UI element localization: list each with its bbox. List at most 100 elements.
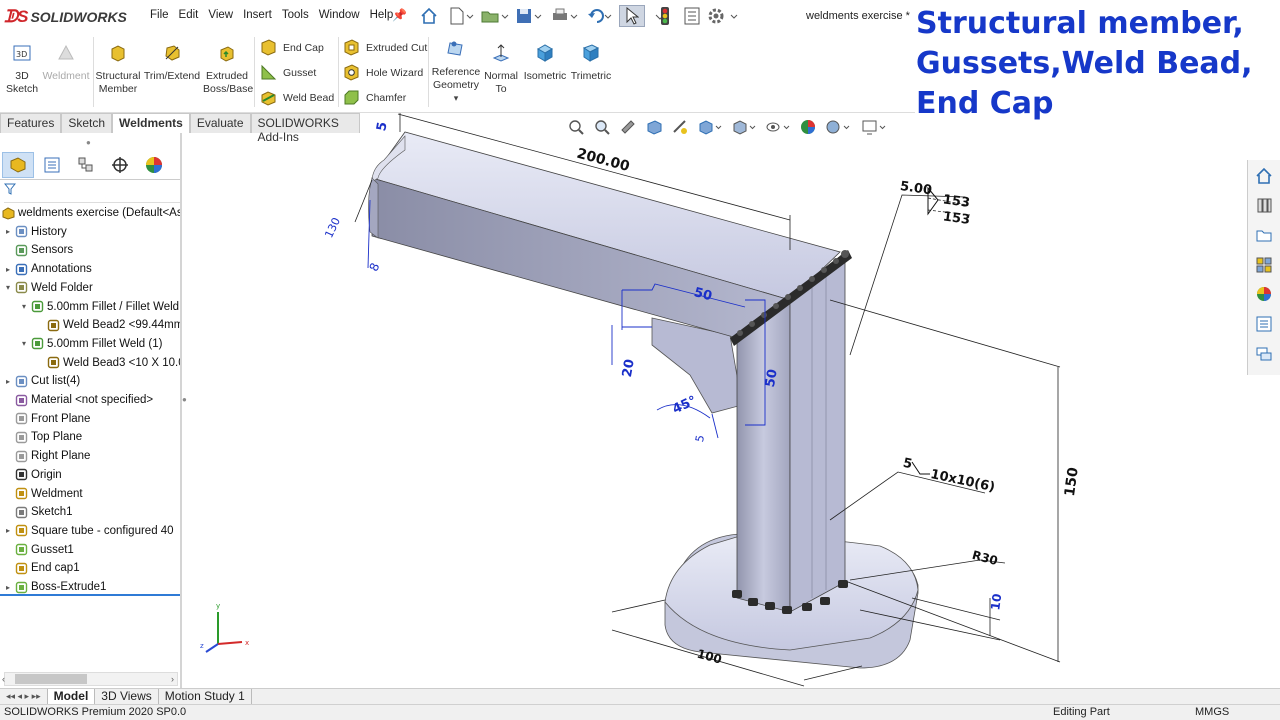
tab-motion-study-1[interactable]: Motion Study 1	[159, 689, 252, 704]
tree-expander-icon[interactable]: ▾	[4, 283, 12, 292]
tree-item-end-cap1[interactable]: End cap1	[4, 559, 80, 577]
open-icon[interactable]	[478, 5, 512, 27]
design-library-icon[interactable]	[1252, 193, 1276, 217]
previous-view-icon[interactable]	[618, 117, 638, 137]
tab-features[interactable]: Features	[0, 113, 62, 133]
scrollbar-thumb[interactable]	[15, 674, 87, 684]
view-orientation-icon[interactable]	[696, 117, 724, 137]
pin-menu-icon[interactable]: 📌	[392, 8, 407, 22]
tree-item-square-tube-configured-40[interactable]: ▸ Square tube - configured 40	[4, 522, 174, 540]
end-cap-button[interactable]: End Cap	[260, 39, 324, 56]
options-icon[interactable]	[706, 5, 740, 27]
custom-properties-icon[interactable]	[1252, 312, 1276, 336]
tree-item-origin[interactable]: Origin	[4, 466, 62, 484]
view-settings-icon[interactable]	[860, 117, 888, 137]
tab-weldments[interactable]: Weldments	[112, 113, 190, 133]
dim-8[interactable]: 8	[367, 261, 383, 274]
weld-symbol-bottom-size[interactable]: 5	[901, 456, 913, 473]
apply-scene-icon[interactable]	[824, 117, 852, 137]
menu-window[interactable]: Window	[319, 9, 360, 21]
hole-wizard-button[interactable]: Hole Wizard	[343, 64, 423, 81]
tree-expander-icon[interactable]: ▸	[4, 227, 12, 236]
save-icon[interactable]	[514, 5, 544, 27]
section-view-icon[interactable]	[644, 117, 664, 137]
menu-help[interactable]: Help	[370, 9, 394, 21]
tab-feature-manager[interactable]	[2, 152, 34, 178]
scroll-left-icon[interactable]: ‹	[2, 674, 5, 684]
extruded-cut-button[interactable]: Extruded Cut	[343, 39, 427, 56]
menu-insert[interactable]: Insert	[243, 9, 272, 21]
dynamic-annotation-icon[interactable]	[670, 117, 690, 137]
menu-view[interactable]: View	[208, 9, 233, 21]
tree-item-weld-folder[interactable]: ▾ Weld Folder	[4, 279, 93, 297]
zoom-to-area-icon[interactable]	[592, 117, 612, 137]
extruded-boss-button[interactable]: Extruded Boss/Base	[203, 43, 253, 96]
tab-display-manager[interactable]	[138, 152, 170, 178]
weld-symbol-top-length-a[interactable]: 153	[942, 192, 971, 211]
scroll-right-icon[interactable]: ›	[171, 674, 174, 684]
tree-horizontal-scrollbar[interactable]	[4, 672, 178, 686]
forum-icon[interactable]	[1252, 342, 1276, 366]
tree-item-top-plane[interactable]: Top Plane	[4, 428, 82, 446]
edit-appearance-icon[interactable]	[798, 117, 818, 137]
weld-symbol-top-length-b[interactable]: 153	[942, 209, 971, 228]
solidworks-resources-icon[interactable]	[1252, 164, 1276, 188]
dim-150[interactable]: 150	[1062, 466, 1082, 497]
trim-extend-button[interactable]: Trim/Extend	[142, 43, 202, 83]
tree-expander-icon[interactable]: ▾	[20, 339, 28, 348]
reference-geometry-button[interactable]: Reference Geometry ▾	[430, 39, 482, 105]
gusset-button[interactable]: Gusset	[260, 64, 316, 81]
zoom-to-fit-icon[interactable]	[566, 117, 586, 137]
graphics-area[interactable]: 5 200.00 130 8 50 20 50 45° 5 150 R30 10…	[182, 113, 1247, 688]
rebuild-icon[interactable]	[657, 5, 673, 27]
tab-scroll-icons[interactable]: ◂◂ ◂ ▸ ▸▸	[0, 689, 48, 704]
undo-icon[interactable]	[586, 5, 614, 27]
tree-expander-icon[interactable]: ▾	[20, 302, 28, 311]
tab-dimxpert-manager[interactable]	[104, 152, 136, 178]
dim-r30[interactable]: R30	[971, 548, 1000, 568]
tree-item-weld-bead3-10-x-10-0[interactable]: Weld Bead3 <10 X 10.0	[36, 354, 180, 372]
trimetric-button[interactable]: Trimetric	[568, 43, 614, 83]
tree-expander-icon[interactable]: ▸	[4, 265, 12, 274]
dim-200[interactable]: 200.00	[575, 146, 632, 176]
tree-item-cut-list-4[interactable]: ▸ Cut list(4)	[4, 372, 80, 390]
dim-50-vertical[interactable]: 50	[763, 368, 781, 388]
structural-member-button[interactable]: Structural Member	[95, 43, 141, 96]
dim-130[interactable]: 130	[322, 215, 343, 240]
menu-tools[interactable]: Tools	[282, 9, 309, 21]
weld-bead-button[interactable]: Weld Bead	[260, 89, 334, 106]
file-properties-icon[interactable]	[682, 5, 702, 27]
appearances-scenes-icon[interactable]	[1252, 282, 1276, 306]
dim-10[interactable]: 10	[988, 593, 1004, 611]
tree-item-5-00mm-fillet-fillet-weld[interactable]: ▾ 5.00mm Fillet / Fillet Weld	[20, 298, 179, 316]
dim-5-top[interactable]: 5	[374, 121, 390, 133]
tab-property-manager[interactable]	[36, 152, 68, 178]
tab-3d-views[interactable]: 3D Views	[95, 689, 159, 704]
home-icon[interactable]	[418, 5, 440, 27]
tree-item-history[interactable]: ▸ History	[4, 223, 67, 241]
tab-sketch[interactable]: Sketch	[61, 113, 113, 133]
dim-5-gusset[interactable]: 5	[693, 434, 707, 443]
dim-20[interactable]: 20	[620, 358, 638, 378]
reference-geometry-dropdown-icon[interactable]: ▾	[430, 92, 482, 105]
tree-expander-icon[interactable]: ▸	[4, 526, 12, 535]
menu-edit[interactable]: Edit	[179, 9, 199, 21]
tree-root-part[interactable]: weldments exercise (Default<As	[2, 204, 180, 222]
panel-collapse-handle-icon[interactable]: ●	[86, 138, 91, 147]
tree-item-sketch1[interactable]: Sketch1	[4, 503, 73, 521]
tab-configuration-manager[interactable]	[70, 152, 102, 178]
display-style-icon[interactable]	[730, 117, 758, 137]
tree-item-5-00mm-fillet-weld-1[interactable]: ▾ 5.00mm Fillet Weld (1)	[20, 335, 162, 353]
tree-expander-icon[interactable]: ▸	[4, 583, 12, 592]
rollback-bar[interactable]	[0, 594, 180, 596]
tab-model[interactable]: Model	[47, 689, 96, 704]
isometric-button[interactable]: Isometric	[522, 43, 568, 83]
weld-symbol-bottom-spec[interactable]: 10x10(6)	[929, 467, 996, 495]
tree-item-sensors[interactable]: Sensors	[4, 241, 73, 259]
print-icon[interactable]	[550, 5, 580, 27]
unit-system-button[interactable]: MMGS	[1195, 705, 1229, 720]
tree-item-material-not-specified[interactable]: Material <not specified>	[4, 391, 153, 409]
hide-show-items-icon[interactable]	[764, 117, 792, 137]
dim-45-degree[interactable]: 45°	[670, 393, 699, 417]
weldment-button[interactable]: Weldment	[41, 43, 91, 83]
